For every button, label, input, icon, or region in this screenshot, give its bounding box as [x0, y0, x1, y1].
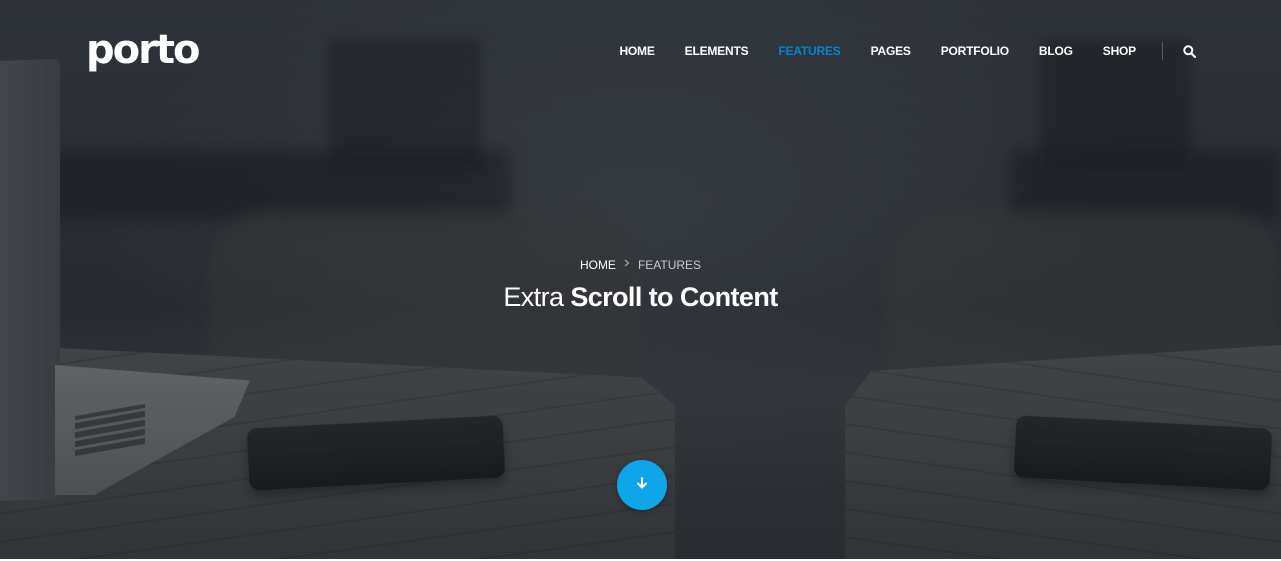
arrow-down-icon: [635, 476, 649, 495]
nav-item-blog[interactable]: BLOG: [1039, 40, 1073, 62]
breadcrumb-home[interactable]: HOME: [580, 256, 616, 274]
nav-item-features[interactable]: FEATURES: [778, 40, 840, 62]
site-header: porto HOME ELEMENTS FEATURES PAGES PORTF…: [0, 0, 1281, 100]
nav-divider: [1162, 42, 1163, 60]
page-title-light: Extra: [503, 282, 564, 312]
nav-item-home[interactable]: HOME: [619, 40, 654, 62]
nav-item-shop[interactable]: SHOP: [1103, 40, 1136, 62]
page-title-bold: Scroll to Content: [570, 282, 778, 312]
page-header: HOME FEATURES Extra Scroll to Content: [0, 256, 1281, 314]
nav-item-portfolio[interactable]: PORTFOLIO: [941, 40, 1009, 62]
nav-item-pages[interactable]: PAGES: [871, 40, 911, 62]
scroll-to-content-button[interactable]: [617, 460, 667, 510]
nav-item-elements[interactable]: ELEMENTS: [685, 40, 749, 62]
main-nav: HOME ELEMENTS FEATURES PAGES PORTFOLIO B…: [619, 40, 1197, 62]
search-icon[interactable]: [1181, 43, 1197, 59]
page-title: Extra Scroll to Content: [0, 280, 1281, 314]
breadcrumb-current: FEATURES: [637, 258, 702, 272]
logo[interactable]: porto: [86, 28, 200, 72]
hero-section: porto HOME ELEMENTS FEATURES PAGES PORTF…: [0, 0, 1281, 561]
breadcrumb: HOME FEATURES: [580, 256, 701, 274]
chevron-right-icon: [624, 256, 630, 274]
